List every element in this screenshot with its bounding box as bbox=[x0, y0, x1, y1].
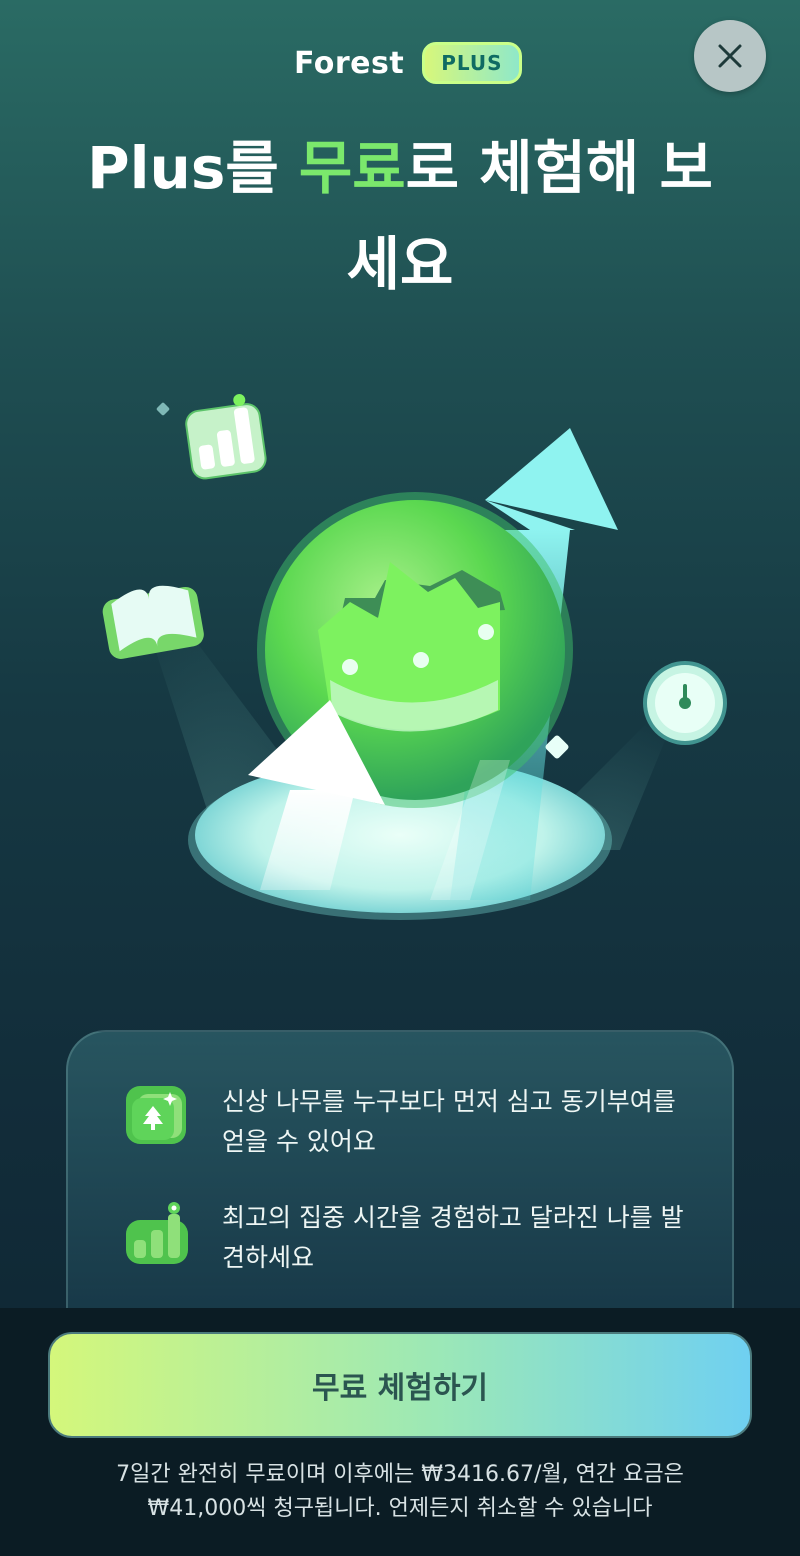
legal-line-1: 7일간 완전히 무료이며 이후에는 ₩3416.67/월, 연간 요금은 bbox=[116, 1462, 684, 1487]
title-suffix: 로 체험해 보 bbox=[405, 134, 713, 202]
hero-illustration bbox=[0, 380, 800, 960]
bar-chart-icon bbox=[185, 394, 267, 480]
bottom-panel: 무료 체험하기 7일간 완전히 무료이며 이후에는 ₩3416.67/월, 연간… bbox=[0, 1308, 800, 1556]
title-prefix: Plus를 bbox=[87, 134, 299, 202]
brand-lockup: Forest PLUS bbox=[294, 42, 522, 84]
title-line2: 세요 bbox=[346, 230, 454, 298]
brand-name: Forest bbox=[294, 45, 405, 81]
feature-text: 신상 나무를 누구보다 먼저 심고 동기부여를 얻을 수 있어요 bbox=[222, 1087, 676, 1156]
page-title: Plus를 무료로 체험해 보 세요 bbox=[60, 120, 740, 312]
hero-svg bbox=[102, 394, 727, 920]
close-icon bbox=[718, 44, 742, 68]
feature-text: 최고의 집중 시간을 경험하고 달라진 나를 발견하세요 bbox=[222, 1203, 684, 1272]
legal-text: 7일간 완전히 무료이며 이후에는 ₩3416.67/월, 연간 요금은 ₩41… bbox=[40, 1458, 760, 1526]
title-accent: 무료 bbox=[298, 134, 406, 202]
close-button[interactable] bbox=[694, 20, 766, 92]
plus-badge: PLUS bbox=[422, 42, 522, 84]
header: Forest PLUS bbox=[0, 20, 800, 92]
tree-card-icon bbox=[126, 1086, 186, 1144]
free-trial-button[interactable]: 무료 체험하기 bbox=[48, 1332, 752, 1438]
timer-icon bbox=[643, 661, 727, 745]
feature-item-new-trees: 신상 나무를 누구보다 먼저 심고 동기부여를 얻을 수 있어요 bbox=[124, 1082, 692, 1162]
legal-line-2: ₩41,000씩 청구됩니다. 언제든지 취소할 수 있습니다 bbox=[147, 1496, 653, 1521]
feature-item-focus-time: 최고의 집중 시간을 경험하고 달라진 나를 발견하세요 bbox=[124, 1198, 692, 1278]
bar-chart-icon bbox=[126, 1202, 188, 1264]
